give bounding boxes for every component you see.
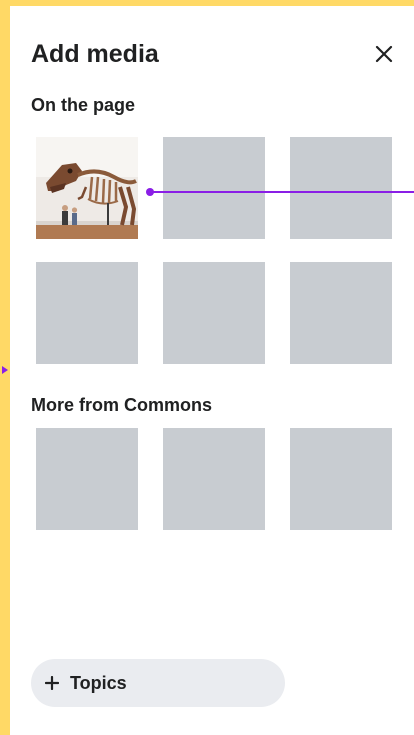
media-thumbnail-placeholder[interactable] [36, 428, 138, 530]
section-label-more-from-commons: More from Commons [31, 395, 213, 415]
media-thumbnail-placeholder[interactable] [290, 137, 392, 239]
media-thumbnail-placeholder[interactable] [163, 428, 265, 530]
more-from-commons-grid [36, 428, 392, 530]
add-topics-button[interactable]: Topics [31, 659, 285, 707]
media-thumbnail-placeholder[interactable] [163, 262, 265, 364]
media-thumbnail-placeholder[interactable] [290, 428, 392, 530]
topics-label: Topics [70, 672, 127, 693]
media-thumbnail-placeholder[interactable] [163, 137, 265, 239]
close-icon [375, 45, 393, 63]
panel-title: Add media [31, 40, 159, 68]
on-the-page-grid [36, 137, 392, 364]
trex-skeleton-photo [36, 137, 138, 239]
media-thumbnail-placeholder[interactable] [290, 262, 392, 364]
section-label-on-the-page: On the page [31, 95, 136, 115]
annotation-arrow-icon [2, 366, 8, 374]
close-button[interactable] [370, 40, 398, 68]
media-thumbnail-placeholder[interactable] [36, 262, 138, 364]
add-media-panel: Add media On the page More from Commons … [10, 6, 414, 735]
plus-icon [45, 676, 59, 690]
media-thumbnail-trex[interactable] [36, 137, 138, 239]
